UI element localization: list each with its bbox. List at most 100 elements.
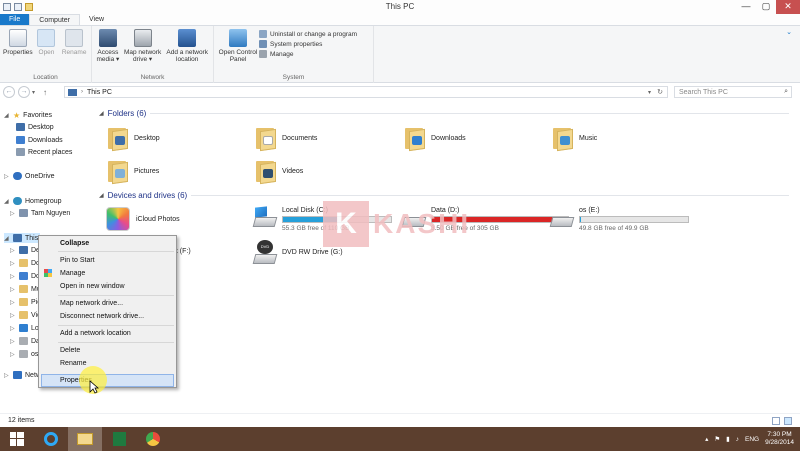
menu-item-rename[interactable]: Rename [60, 360, 86, 367]
volume-icon[interactable]: ♪ [736, 436, 739, 443]
taskbar-internet-explorer[interactable] [34, 427, 68, 451]
menu-item-map-network-drive[interactable]: Map network drive... [60, 300, 123, 307]
nav-favorites[interactable]: ◢ ★ Favorites [4, 111, 52, 120]
folder-downloads[interactable]: Downloads [403, 126, 466, 152]
location-group: Properties Open Rename Location [0, 26, 92, 83]
music-icon [19, 285, 28, 293]
recent-locations-icon[interactable]: ▾ [32, 89, 35, 96]
nav-child-pictures[interactable]: ▷ Pic [10, 298, 41, 306]
drive-os-e[interactable]: os (E:) 49.8 GB free of 49.9 GB [549, 207, 689, 232]
nav-downloads[interactable]: Downloads [16, 136, 63, 144]
search-input[interactable]: Search This PC ⌕ [674, 86, 792, 98]
nav-this-pc[interactable]: ◢ This [4, 233, 40, 243]
taskbar-excel[interactable] [102, 427, 136, 451]
open-control-panel-button[interactable]: Open Control Panel [217, 29, 259, 63]
folder-pictures[interactable]: Pictures [106, 159, 159, 185]
menu-item-collapse[interactable]: Collapse [60, 240, 89, 247]
menu-item-open-new-window[interactable]: Open in new window [60, 283, 125, 290]
nav-child-documents[interactable]: ▷ Do [10, 259, 40, 267]
tab-file[interactable]: File [0, 14, 30, 25]
expand-ribbon-icon[interactable]: ⌄ [786, 28, 792, 36]
tab-view[interactable]: View [80, 14, 113, 25]
breadcrumb-chevron-icon[interactable]: › [81, 89, 83, 95]
folder-documents[interactable]: Documents [254, 126, 317, 152]
network-location-icon [178, 29, 197, 47]
map-network-drive-button[interactable]: Map network drive ▾ [121, 29, 165, 63]
item-count: 12 items [8, 417, 35, 424]
windows-logo-icon [10, 432, 24, 446]
taskbar-file-explorer[interactable] [68, 427, 102, 451]
menu-item-pin-to-start[interactable]: Pin to Start [60, 257, 95, 264]
details-view-icon[interactable] [772, 417, 780, 425]
expand-arrow-icon[interactable]: ◢ [4, 198, 10, 205]
menu-item-delete[interactable]: Delete [60, 347, 80, 354]
collapse-arrow-icon[interactable]: ◢ [99, 110, 104, 117]
folder-music[interactable]: Music [551, 126, 597, 152]
back-button[interactable]: ← [3, 86, 15, 98]
devices-header[interactable]: ◢ Devices and drives (6) [99, 191, 789, 200]
start-button[interactable] [0, 427, 34, 451]
minimize-button[interactable]: — [736, 0, 756, 14]
nav-child-videos[interactable]: ▷ Vid [10, 311, 41, 319]
system-properties-button[interactable]: System properties [259, 40, 357, 48]
breadcrumb[interactable]: This PC [87, 89, 112, 96]
expand-arrow-icon[interactable]: ▷ [4, 372, 10, 379]
network-drive-icon [133, 29, 152, 47]
address-dropdown-icon[interactable]: ▾ [648, 89, 651, 96]
content-pane: ◢ Folders (6) Desktop Documents Download… [97, 103, 800, 413]
folder-desktop[interactable]: Desktop [106, 126, 160, 152]
title-bar: This PC — ▢ ✕ [0, 0, 800, 14]
menu-item-disconnect-network-drive[interactable]: Disconnect network drive... [60, 313, 144, 320]
network-status-icon[interactable]: ▮ [726, 435, 730, 443]
nav-child-desktop[interactable]: ▷ De [10, 246, 40, 254]
uninstall-program-button[interactable]: Uninstall or change a program [259, 30, 357, 38]
icloud-photos[interactable]: iCloud Photos [106, 207, 180, 231]
folders-header[interactable]: ◢ Folders (6) [99, 109, 789, 118]
nav-child-music[interactable]: ▷ Mu [10, 285, 41, 293]
maximize-button[interactable]: ▢ [756, 0, 776, 14]
manage-button[interactable]: Manage [259, 50, 357, 58]
properties-button[interactable]: Properties [3, 29, 33, 56]
nav-child-downloads[interactable]: ▷ Do [10, 272, 40, 280]
open-button[interactable]: Open [33, 29, 61, 56]
language-indicator[interactable]: ENG [745, 436, 759, 443]
expand-arrow-icon[interactable]: ◢ [4, 112, 10, 119]
nav-recent-places[interactable]: Recent places [16, 148, 72, 156]
chrome-icon [146, 432, 160, 446]
tiles-view-icon[interactable] [784, 417, 792, 425]
tab-computer[interactable]: Computer [29, 14, 81, 25]
nav-child-os[interactable]: ▷ os [10, 350, 38, 358]
up-button[interactable]: ↑ [43, 88, 47, 97]
close-button[interactable]: ✕ [776, 0, 800, 14]
folder-icon [106, 126, 128, 152]
recent-places-icon [16, 148, 25, 156]
expand-arrow-icon[interactable]: ▷ [4, 173, 10, 180]
nav-onedrive[interactable]: ▷ OneDrive [4, 172, 55, 180]
add-network-location-button[interactable]: Add a network location [164, 29, 210, 63]
tray-arrow-icon[interactable]: ▴ [705, 435, 708, 443]
clock[interactable]: 7:30 PM 9/28/2014 [765, 431, 794, 447]
programs-icon [259, 30, 267, 38]
taskbar-chrome[interactable] [136, 427, 170, 451]
user-icon [19, 209, 28, 217]
ribbon-tabs: File Computer View [0, 14, 800, 26]
folder-videos[interactable]: Videos [254, 159, 303, 185]
nav-desktop[interactable]: Desktop [16, 123, 54, 131]
status-bar: 12 items [0, 413, 800, 427]
access-media-button[interactable]: Access media ▾ [95, 29, 121, 63]
nav-homegroup[interactable]: ◢ Homegroup [4, 197, 62, 205]
address-row: ← → ▾ ↑ › This PC ▾ ↻ Search This PC ⌕ [0, 84, 800, 100]
flag-icon[interactable]: ⚑ [714, 435, 720, 443]
system-group-label: System [282, 74, 305, 81]
refresh-icon[interactable]: ↻ [657, 88, 663, 96]
address-bar[interactable]: › This PC ▾ ↻ [64, 86, 668, 98]
nav-network[interactable]: ▷ Netw [4, 371, 41, 379]
menu-item-add-network-location[interactable]: Add a network location [60, 330, 131, 337]
nav-homegroup-user[interactable]: ▷ Tam Nguyen [10, 209, 70, 217]
forward-button[interactable]: → [18, 86, 30, 98]
collapse-arrow-icon[interactable]: ◢ [99, 192, 104, 199]
expand-arrow-icon[interactable]: ◢ [4, 235, 10, 242]
rename-button[interactable]: Rename [60, 29, 88, 56]
menu-item-manage[interactable]: Manage [60, 270, 85, 277]
expand-arrow-icon[interactable]: ▷ [10, 210, 16, 217]
